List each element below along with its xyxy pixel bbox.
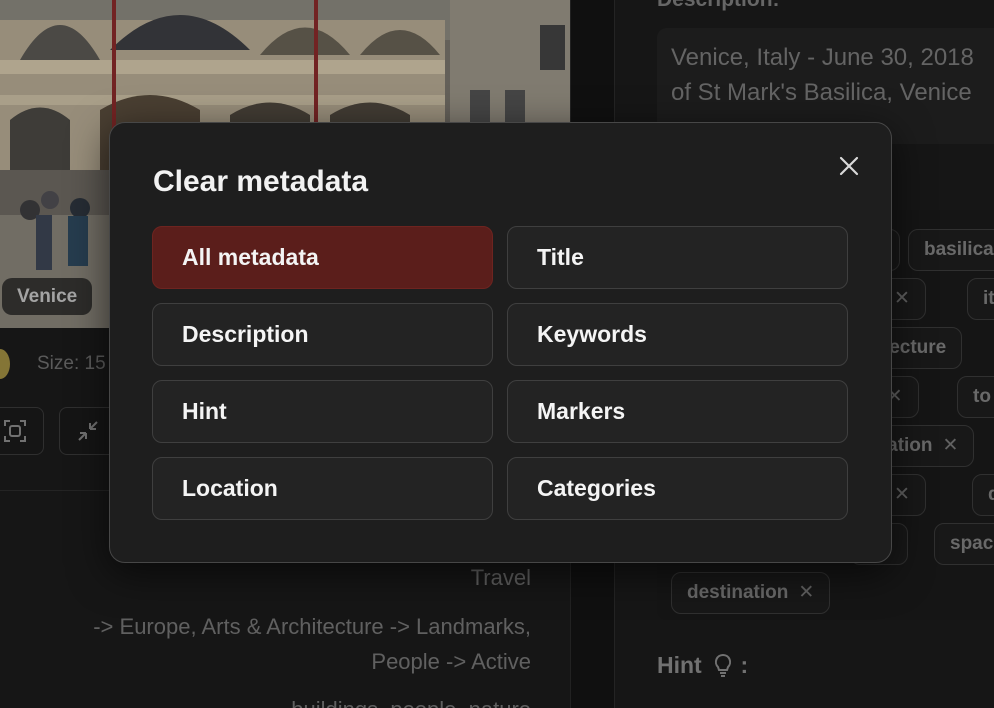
categories-button[interactable]: Categories [507,457,848,520]
keywords-button[interactable]: Keywords [507,303,848,366]
close-button[interactable] [832,149,866,183]
markers-button[interactable]: Markers [507,380,848,443]
all-metadata-button[interactable]: All metadata [152,226,493,289]
clear-metadata-dialog: Clear metadata All metadata Title Descri… [109,122,892,563]
hint-button[interactable]: Hint [152,380,493,443]
description-button[interactable]: Description [152,303,493,366]
close-icon [839,156,859,176]
dialog-title: Clear metadata [153,165,369,198]
location-button[interactable]: Location [152,457,493,520]
title-button[interactable]: Title [507,226,848,289]
